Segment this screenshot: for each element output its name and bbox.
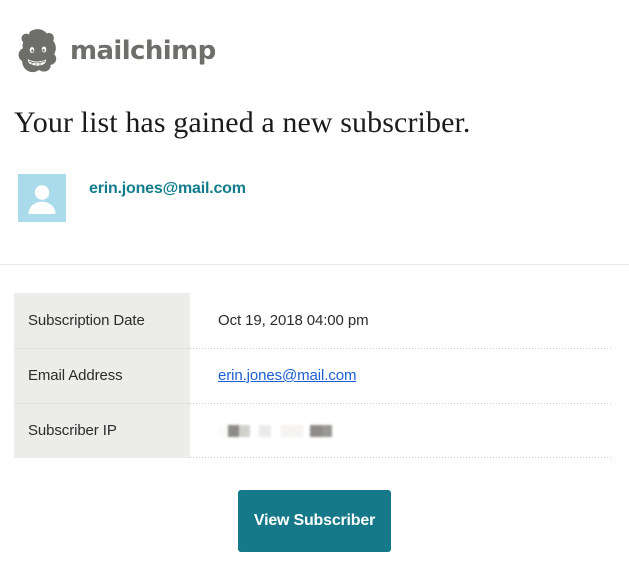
section-divider bbox=[0, 264, 629, 265]
table-row: Subscription Date Oct 19, 2018 04:00 pm bbox=[14, 293, 612, 348]
detail-label-subscription-date: Subscription Date bbox=[14, 293, 190, 348]
redacted-ip-blocks bbox=[218, 424, 332, 437]
cta-container: View Subscriber bbox=[0, 490, 629, 552]
detail-label-email-address: Email Address bbox=[14, 348, 190, 403]
subscriber-email: erin.jones@mail.com bbox=[89, 180, 246, 197]
detail-value-email-address: erin.jones@mail.com bbox=[190, 348, 612, 403]
detail-value-subscriber-ip bbox=[190, 403, 612, 458]
mailchimp-freddie-icon bbox=[14, 28, 64, 76]
table-row: Email Address erin.jones@mail.com bbox=[14, 348, 612, 403]
view-subscriber-button[interactable]: View Subscriber bbox=[238, 490, 391, 552]
subscriber-identity: erin.jones@mail.com bbox=[18, 174, 246, 222]
detail-label-subscriber-ip: Subscriber IP bbox=[14, 403, 190, 458]
mailchimp-wordmark: mailchimp bbox=[70, 36, 216, 66]
page-title: Your list has gained a new subscriber. bbox=[14, 106, 471, 139]
table-row: Subscriber IP bbox=[14, 403, 612, 458]
subscriber-details-table: Subscription Date Oct 19, 2018 04:00 pm … bbox=[14, 293, 612, 458]
detail-value-subscription-date: Oct 19, 2018 04:00 pm bbox=[218, 312, 369, 329]
user-avatar-icon bbox=[18, 174, 66, 222]
email-address-link[interactable]: erin.jones@mail.com bbox=[218, 367, 356, 384]
brand-header: mailchimp bbox=[14, 26, 216, 78]
